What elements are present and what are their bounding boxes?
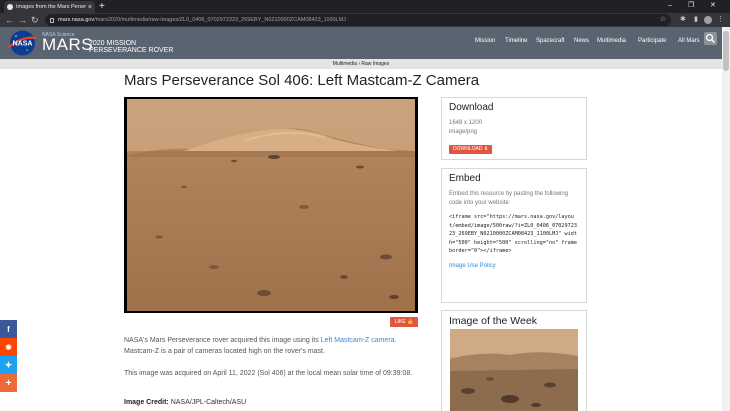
nasa-logo-icon[interactable]: NASA: [7, 30, 38, 56]
download-heading: Download: [449, 102, 494, 113]
lock-icon: [50, 17, 54, 23]
image-use-policy-link[interactable]: Image Use Policy: [449, 263, 579, 269]
window-close-icon[interactable]: ✕: [710, 1, 716, 11]
share-reddit-button[interactable]: ◉: [0, 338, 17, 356]
brand-mars[interactable]: MARS: [42, 36, 93, 53]
profile-avatar[interactable]: [704, 16, 712, 24]
bookmark-star-icon[interactable]: ☆: [660, 15, 666, 23]
favicon-icon: [7, 4, 13, 10]
page-scrollbar[interactable]: [722, 27, 730, 411]
left-mastcam-z-link[interactable]: Left Mastcam-Z camera: [321, 337, 395, 344]
page-title: Mars Perseverance Sol 406: Left Mastcam-…: [124, 72, 480, 89]
logo-text: NASA: [13, 41, 33, 48]
menu-multimedia[interactable]: Multimedia: [597, 38, 626, 44]
menu-spacecraft[interactable]: Spacecraft: [536, 38, 565, 44]
share-twitter-button[interactable]: ✦: [0, 356, 17, 374]
menu-mission[interactable]: Mission: [475, 38, 495, 44]
image-credit: Image Credit: NASA/JPL-Caltech/ASU: [124, 399, 246, 406]
embed-instructions: Embed this resource by pasting the follo…: [449, 191, 569, 206]
browser-tab[interactable]: Images from the Mars Perseverance ×: [4, 1, 95, 13]
download-card: Download 1648 x 1200 image/png DOWNLOAD …: [441, 97, 587, 160]
new-tab-button[interactable]: +: [99, 1, 105, 12]
download-label: DOWNLOAD: [453, 146, 483, 152]
like-button[interactable]: LIKE 👍: [390, 317, 418, 327]
share-facebook-button[interactable]: f: [0, 320, 17, 338]
menu-all-mars[interactable]: All Mars: [678, 38, 700, 44]
extensions-icon[interactable]: ✱: [680, 14, 686, 26]
acquisition-paragraph: This image was acquired on April 11, 202…: [124, 370, 413, 377]
browser-menu-icon[interactable]: ⋮: [717, 14, 724, 26]
description-paragraph: NASA's Mars Perseverance rover acquired …: [124, 336, 422, 357]
url-bar[interactable]: mars.nasa.gov/mars2020/multimedia/raw-im…: [45, 14, 671, 26]
menu-participate[interactable]: Participate: [638, 38, 666, 44]
scrollbar-thumb[interactable]: [723, 31, 729, 71]
forward-icon[interactable]: →: [18, 14, 27, 26]
browser-tab-bar: Images from the Mars Perseverance × + – …: [0, 0, 730, 13]
image-dimensions: 1648 x 1200: [449, 120, 483, 126]
menu-timeline[interactable]: Timeline: [505, 38, 527, 44]
search-icon: [705, 33, 715, 43]
embed-heading: Embed: [449, 173, 481, 184]
brand-mission: 2020 MISSION: [89, 40, 137, 47]
site-header: NASA NASA Science MARS 2020 MISSION PERS…: [0, 27, 722, 59]
sidebar-icon[interactable]: ▮: [694, 14, 698, 26]
share-more-button[interactable]: +: [0, 374, 17, 392]
menu-news[interactable]: News: [574, 38, 589, 44]
url-host: mars.nasa.gov: [58, 17, 95, 23]
address-toolbar: ← → ↻ mars.nasa.gov/mars2020/multimedia/…: [0, 13, 730, 27]
tab-title: Images from the Mars Perseverance: [16, 4, 86, 10]
brand-rover: PERSEVERANCE ROVER: [89, 47, 174, 54]
breadcrumb[interactable]: Multimedia › Raw Images: [0, 59, 722, 69]
iotw-heading: Image of the Week: [449, 315, 537, 327]
twitter-icon: ✦: [4, 359, 13, 370]
reddit-icon: ◉: [5, 344, 12, 351]
mars-landscape-image[interactable]: [124, 97, 418, 313]
url-path: /mars2020/multimedia/raw-images/ZL0_0406…: [94, 17, 346, 23]
credit-value: NASA/JPL-Caltech/ASU: [170, 399, 247, 406]
back-icon[interactable]: ←: [5, 14, 14, 26]
search-button[interactable]: [704, 32, 717, 45]
credit-label: Image Credit:: [124, 399, 169, 406]
url-text: mars.nasa.gov/mars2020/multimedia/raw-im…: [58, 17, 346, 23]
facebook-icon: f: [7, 324, 10, 334]
description-text-a: NASA's Mars Perseverance rover acquired …: [124, 337, 321, 344]
image-of-the-week-thumbnail[interactable]: [450, 329, 578, 411]
reload-icon[interactable]: ↻: [31, 14, 39, 26]
download-arrow-icon: ⬇: [483, 146, 489, 152]
embed-card: Embed Embed this resource by pasting the…: [441, 168, 587, 303]
tab-close-icon[interactable]: ×: [88, 4, 92, 11]
maximize-icon[interactable]: ❐: [688, 1, 694, 11]
raw-image-frame[interactable]: [124, 97, 418, 313]
embed-code[interactable]: <iframe src="https://mars.nasa.gov/layou…: [449, 213, 579, 256]
image-format: image/png: [449, 129, 478, 135]
download-button[interactable]: DOWNLOAD ⬇: [449, 145, 493, 154]
minimize-icon[interactable]: –: [668, 1, 672, 11]
plus-icon: +: [5, 377, 12, 389]
